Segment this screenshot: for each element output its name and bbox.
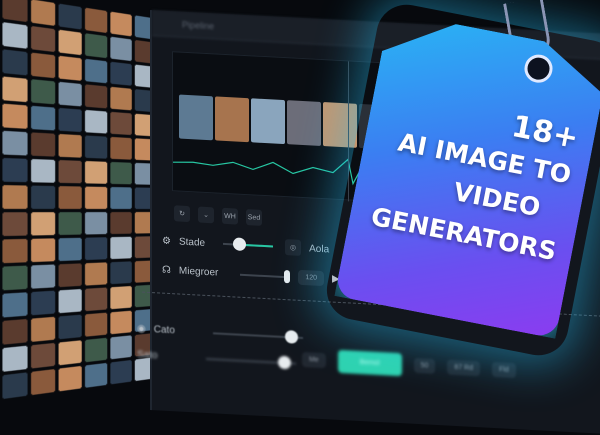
media-thumbnail[interactable] [31, 79, 56, 105]
media-thumbnail[interactable] [58, 81, 82, 107]
media-thumbnail[interactable] [84, 109, 108, 134]
media-thumbnail[interactable] [31, 369, 56, 396]
media-thumbnail[interactable] [84, 84, 108, 109]
media-thumbnail[interactable] [2, 318, 28, 345]
media-thumbnail[interactable] [58, 133, 82, 158]
cato-slider[interactable] [212, 329, 303, 344]
target-button[interactable]: ◎ [285, 239, 302, 256]
media-thumbnail[interactable] [58, 365, 82, 392]
media-thumbnail[interactable] [84, 362, 108, 388]
media-thumbnail[interactable] [2, 0, 28, 23]
media-thumbnail[interactable] [2, 372, 28, 400]
b3-button[interactable]: Fld [492, 361, 516, 379]
menu-button[interactable]: Me [302, 351, 326, 369]
wh-tool[interactable]: WH [222, 207, 238, 225]
media-thumbnail[interactable] [84, 212, 108, 235]
readout[interactable]: 120 [298, 269, 325, 287]
miegroer-slider[interactable] [240, 269, 291, 283]
media-thumbnail[interactable] [84, 237, 108, 261]
media-thumbnail[interactable] [110, 335, 132, 360]
media-thumbnail[interactable] [110, 11, 132, 37]
b2-button[interactable]: 87 Rd [447, 359, 481, 377]
media-thumbnail[interactable] [84, 262, 108, 286]
media-thumbnail[interactable] [31, 25, 56, 53]
media-library-grid[interactable] [0, 0, 165, 430]
media-thumbnail[interactable] [2, 212, 28, 237]
media-thumbnail[interactable] [58, 160, 82, 184]
stade-slider[interactable] [223, 237, 274, 252]
media-thumbnail[interactable] [58, 263, 82, 288]
media-thumbnail[interactable] [31, 212, 56, 236]
media-thumbnail[interactable] [58, 212, 82, 235]
media-thumbnail[interactable] [110, 212, 132, 235]
media-thumbnail[interactable] [2, 185, 28, 209]
trim-tool[interactable]: ⌄ [198, 206, 214, 224]
apply-button[interactable]: Bemol [337, 349, 402, 377]
media-thumbnail[interactable] [84, 58, 108, 84]
headphones-icon: ☊ [162, 264, 171, 277]
cato-icon: ◉ [137, 323, 146, 335]
media-thumbnail[interactable] [2, 265, 28, 291]
media-thumbnail[interactable] [2, 345, 28, 372]
media-thumbnail[interactable] [31, 316, 56, 342]
media-thumbnail[interactable] [2, 130, 28, 156]
media-thumbnail[interactable] [110, 36, 132, 62]
media-thumbnail[interactable] [2, 157, 28, 183]
media-thumbnail[interactable] [84, 161, 108, 184]
aola-label: Aola [309, 242, 330, 255]
media-thumbnail[interactable] [58, 289, 82, 314]
media-thumbnail[interactable] [84, 7, 108, 34]
media-thumbnail[interactable] [110, 261, 132, 285]
media-thumbnail[interactable] [2, 22, 28, 49]
media-thumbnail[interactable] [2, 49, 28, 76]
media-thumbnail[interactable] [58, 340, 82, 366]
media-thumbnail[interactable] [31, 0, 56, 26]
media-thumbnail[interactable] [110, 161, 132, 185]
media-thumbnail[interactable] [110, 359, 132, 385]
media-thumbnail[interactable] [84, 287, 108, 312]
media-thumbnail[interactable] [110, 61, 132, 86]
media-thumbnail[interactable] [58, 237, 82, 262]
media-thumbnail[interactable] [110, 187, 132, 209]
media-thumbnail[interactable] [2, 103, 28, 129]
media-thumbnail[interactable] [110, 136, 132, 160]
media-thumbnail[interactable] [110, 86, 132, 111]
media-thumbnail[interactable] [58, 107, 82, 133]
media-thumbnail[interactable] [58, 3, 82, 30]
settings-icon: ⚙ [162, 235, 171, 247]
stade-label: Stade [178, 236, 206, 249]
media-thumbnail[interactable] [110, 310, 132, 335]
media-thumbnail[interactable] [31, 158, 56, 183]
media-thumbnail[interactable] [2, 238, 28, 264]
media-thumbnail[interactable] [31, 264, 56, 289]
b1-button[interactable]: 50 [413, 357, 436, 374]
media-thumbnail[interactable] [84, 33, 108, 59]
sed-tool[interactable]: Sed [246, 209, 262, 226]
media-thumbnail[interactable] [31, 52, 56, 79]
media-thumbnail[interactable] [58, 314, 82, 340]
media-thumbnail[interactable] [31, 290, 56, 316]
media-thumbnail[interactable] [58, 29, 82, 56]
media-thumbnail[interactable] [31, 105, 56, 131]
media-thumbnail[interactable] [31, 342, 56, 369]
media-thumbnail[interactable] [110, 285, 132, 310]
media-thumbnail[interactable] [84, 337, 108, 363]
sato-slider[interactable] [205, 355, 296, 369]
media-thumbnail[interactable] [110, 111, 132, 136]
media-thumbnail[interactable] [2, 292, 28, 318]
cato-label: Cato [153, 324, 175, 337]
media-thumbnail[interactable] [84, 186, 108, 209]
media-thumbnail[interactable] [58, 186, 82, 209]
media-thumbnail[interactable] [84, 135, 108, 159]
sato-label: Sato [137, 349, 158, 362]
media-thumbnail[interactable] [84, 312, 108, 337]
loop-tool[interactable]: ↻ [174, 205, 190, 223]
media-thumbnail[interactable] [2, 76, 28, 103]
miegroer-label: Miegroer [178, 265, 219, 279]
media-thumbnail[interactable] [31, 132, 56, 157]
media-thumbnail[interactable] [110, 236, 132, 260]
media-thumbnail[interactable] [58, 55, 82, 81]
media-thumbnail[interactable] [31, 238, 56, 263]
media-thumbnail[interactable] [31, 185, 56, 209]
